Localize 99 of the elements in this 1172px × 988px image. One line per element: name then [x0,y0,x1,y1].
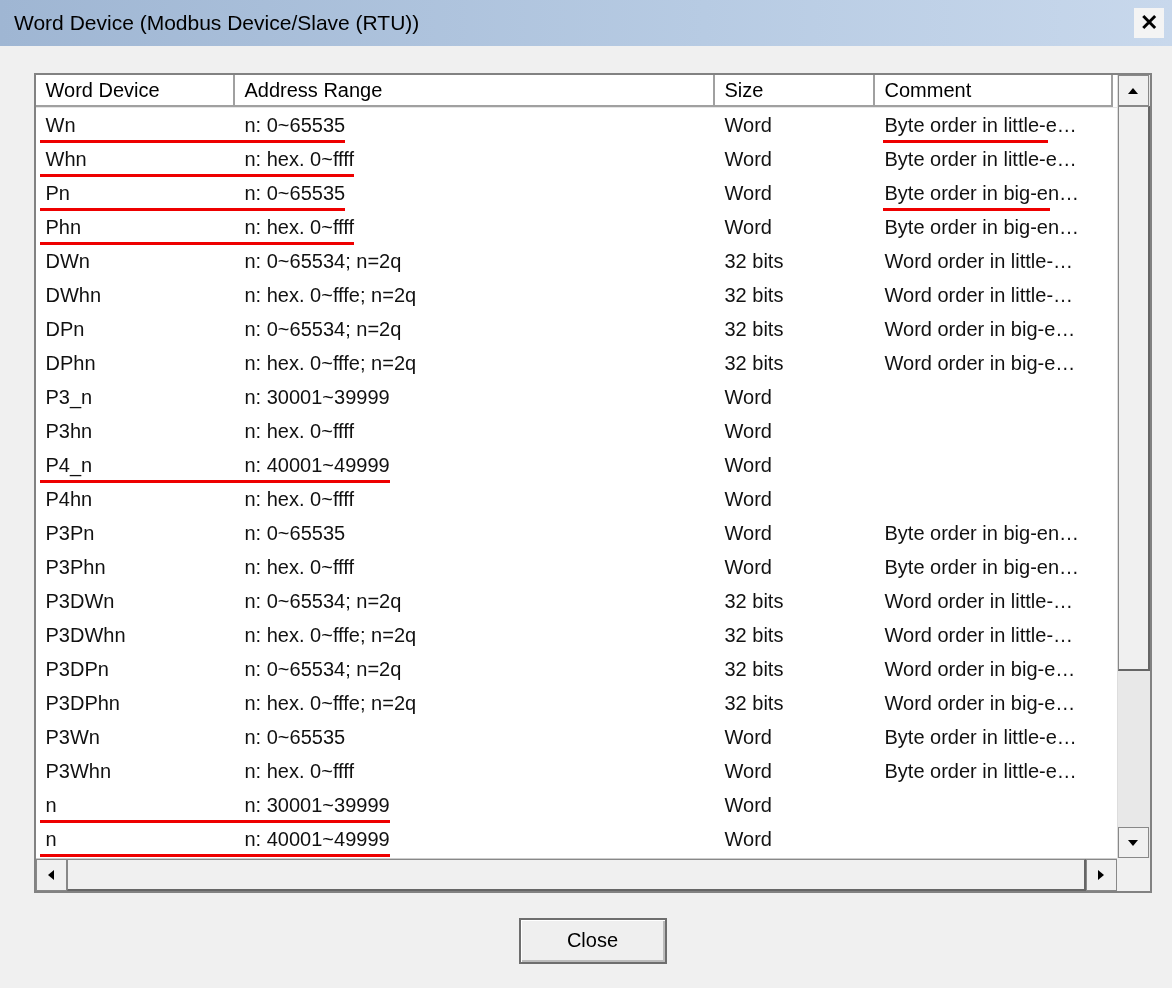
window-title: Word Device (Modbus Device/Slave (RTU)) [14,11,420,35]
scroll-down-button[interactable] [1117,827,1149,858]
close-button[interactable]: ✕ [1134,8,1164,38]
table-cell-text: n: 0~65534; n=2q [243,589,403,613]
table-cell-text: 32 bits [723,283,785,307]
table-cell-text: Byte order in little-e… [883,147,1078,171]
table-cell-text: Word order in little-… [883,589,1075,613]
table-cell-text: Wn [44,113,77,137]
table-cell-text: Word order in little-… [883,623,1075,647]
table-cell-text: n: 0~65534; n=2q [243,249,403,273]
table-cell-text: n: 30001~39999 [243,385,391,409]
table-cell-text: Byte order in big-en… [883,215,1081,239]
table-cell: n: 40001~49999 [234,453,715,477]
left-arrow-icon [46,869,56,881]
table-cell-text: Word order in big-e… [883,691,1077,715]
table-cell: n: 40001~49999 [234,827,715,851]
table-cell-text: n: hex. 0~ffff [243,419,356,443]
table-cell-text: Byte order in little-e… [883,725,1078,749]
table-cell-text: 32 bits [723,351,785,375]
table-cell-text: n: hex. 0~fffe; n=2q [243,623,418,647]
table-cell-text: Byte order in big-en… [883,555,1081,579]
table-cell-text: P3Wn [44,725,101,749]
column-header[interactable]: Address Range [234,75,715,107]
table-cell-text: 32 bits [723,317,785,341]
horizontal-scrollbar[interactable] [35,858,1117,891]
table-cell-text: P3Pn [44,521,96,545]
table-cell-text: 32 bits [723,657,785,681]
table-cell-text: Byte order in little-e… [883,759,1078,783]
table-cell-text: Word [723,521,773,545]
table-cell-text: n: 0~65535 [243,521,347,545]
right-arrow-icon [1096,869,1106,881]
table-cell-text: Word [723,487,773,511]
table-cell-text: n: 0~65534; n=2q [243,657,403,681]
table-cell-text: P3hn [44,419,94,443]
table-cell-text: Word [723,453,773,477]
table-cell-text: Word order in big-e… [883,351,1077,375]
table-cell-text: P3_n [44,385,94,409]
vertical-scrollbar[interactable] [1116,75,1150,858]
table-cell-text: n: hex. 0~ffff [243,759,356,783]
scroll-up-button[interactable] [1117,75,1149,106]
table-cell: Byte order in little-e… [874,113,1113,137]
table-cell-text: Word [723,181,773,205]
table-cell-text: P4_n [44,453,94,477]
table-cell-text: Word [723,827,773,851]
close-dialog-button[interactable]: Close [518,917,667,964]
table-cell-text: 32 bits [723,691,785,715]
table-cell-text: Word order in little-… [883,283,1075,307]
column-header[interactable]: Comment [874,75,1113,107]
table-cell-text: Phn [44,215,83,239]
table-cell: n: 0~65535 [234,113,715,137]
table-cell-text: Pn [44,181,71,205]
table-cell: n: 0~65535 [234,181,715,205]
table-cell-text: Word [723,725,773,749]
table-cell-text: Word [723,215,773,239]
scroll-right-button[interactable] [1085,859,1117,891]
table-cell-text: DPhn [44,351,97,375]
table-cell-text: n [44,793,58,817]
column-header[interactable]: Size [714,75,875,107]
table-cell-text: DPn [44,317,86,341]
table-cell-text: n: hex. 0~ffff [243,555,356,579]
scroll-left-button[interactable] [35,859,67,891]
down-arrow-icon [1127,837,1139,848]
table-cell-text: P3DWn [44,589,116,613]
table-cell-text: P4hn [44,487,94,511]
table-cell-text: Word [723,759,773,783]
table-cell-text: Word [723,793,773,817]
table-cell-text: n [44,827,58,851]
table-cell-text: DWn [44,249,91,273]
table-cell-text: Word [723,113,773,137]
table-cell-text: Word [723,555,773,579]
table-cell-text: n: 0~65534; n=2q [243,317,403,341]
table-cell-text: 32 bits [723,249,785,273]
table-cell-text: n: 0~65535 [243,725,347,749]
table-cell-text: DWhn [44,283,103,307]
table-cell: n: hex. 0~ffff [234,147,715,171]
table-cell-text: Word order in big-e… [883,317,1077,341]
table-cell-text: 32 bits [723,623,785,647]
table-cell-text: Word [723,419,773,443]
table-cell-text: Whn [44,147,88,171]
table-cell-text: n: hex. 0~fffe; n=2q [243,691,418,715]
table-cell-text: Word order in little-… [883,249,1075,273]
table-cell-text: P3Phn [44,555,107,579]
table-cell-text: P3DPn [44,657,110,681]
table-cell-text: Word order in big-e… [883,657,1077,681]
table-cell-text: Word [723,385,773,409]
column-header[interactable]: Word Device [35,75,235,107]
table-cell-text: Word [723,147,773,171]
table-cell-text: n: hex. 0~ffff [243,487,356,511]
table-cell-text: P3DPhn [44,691,121,715]
table-cell: n: 30001~39999 [234,793,715,817]
table-cell: n: hex. 0~ffff [234,215,715,239]
table-cell-text: 32 bits [723,589,785,613]
scrollbar-corner [1116,858,1150,891]
table-cell-text: Byte order in big-en… [883,521,1081,545]
table-cell-text: n: hex. 0~fffe; n=2q [243,351,418,375]
table-cell: Byte order in big-en… [874,181,1113,205]
table-cell-text: P3DWhn [44,623,127,647]
table-cell-text: n: hex. 0~fffe; n=2q [243,283,418,307]
table-cell-text: P3Whn [44,759,113,783]
